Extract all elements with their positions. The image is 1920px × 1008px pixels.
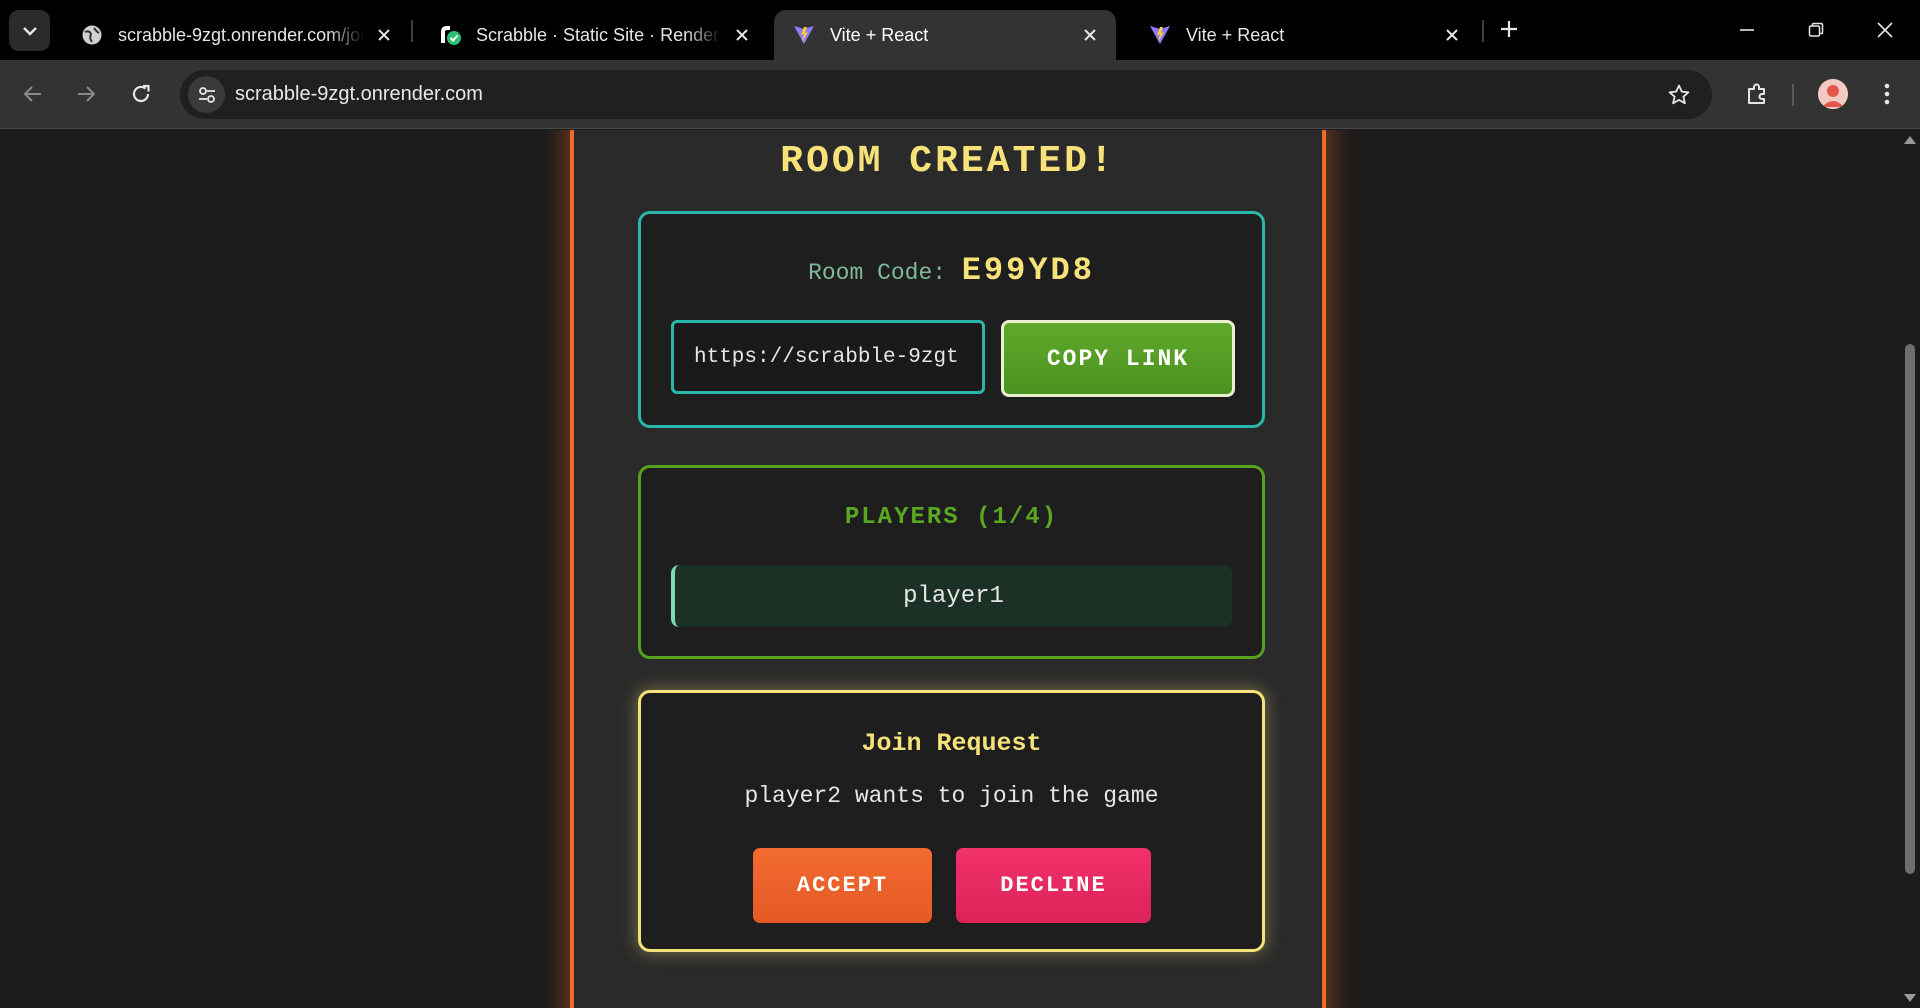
browser-toolbar: scrabble-9zgt.onrender.com	[0, 60, 1920, 129]
share-link-input[interactable]	[671, 320, 985, 394]
tab-title: scrabble-9zgt.onrender.com/join	[118, 24, 364, 45]
close-icon[interactable]	[1440, 23, 1464, 47]
arrow-left-icon	[23, 86, 41, 102]
tab-title: Vite + React	[1186, 24, 1285, 45]
close-icon[interactable]	[730, 23, 754, 47]
toolbar-separator	[1792, 84, 1794, 106]
page-title: ROOM CREATED!	[780, 140, 1116, 183]
minimize-icon	[1740, 29, 1754, 31]
plus-icon	[1501, 21, 1517, 37]
page-viewport: ROOM CREATED! Room Code: E99YD8 COPY LIN…	[0, 130, 1900, 1008]
forward-button[interactable]	[69, 77, 103, 111]
scrollbar-thumb[interactable]	[1905, 344, 1915, 874]
minimize-button[interactable]	[1724, 12, 1770, 48]
close-icon[interactable]	[1078, 23, 1102, 47]
players-title: PLAYERS (1/4)	[844, 504, 1059, 531]
profile-avatar[interactable]	[1818, 79, 1848, 109]
scroll-down-arrow-icon[interactable]	[1904, 994, 1916, 1002]
render-icon	[438, 23, 462, 47]
copy-link-button[interactable]: COPY LINK	[1001, 320, 1235, 397]
address-bar[interactable]: scrabble-9zgt.onrender.com	[180, 70, 1712, 119]
tab-vite-react[interactable]: Vite + React	[1130, 10, 1478, 60]
room-code-label: Room Code:	[808, 260, 947, 286]
more-vertical-icon	[1884, 83, 1890, 105]
extensions-button[interactable]	[1740, 77, 1774, 111]
reload-button[interactable]	[124, 77, 158, 111]
accept-button[interactable]: ACCEPT	[753, 848, 932, 923]
tab-strip: scrabble-9zgt.onrender.com/join Scrabble…	[0, 0, 1920, 60]
page-scrollbar[interactable]	[1900, 130, 1920, 1008]
vite-icon	[1148, 23, 1172, 47]
puzzle-icon	[1748, 83, 1765, 104]
back-button[interactable]	[16, 77, 50, 111]
join-request-message: player2 wants to join the game	[744, 783, 1159, 809]
join-request-card: Join Request player2 wants to join the g…	[638, 690, 1265, 952]
tab-separator	[1482, 20, 1484, 42]
chevron-down-icon	[22, 26, 37, 36]
new-tab-button[interactable]	[1494, 14, 1524, 44]
bookmark-star-icon[interactable]	[1666, 82, 1692, 108]
scroll-up-arrow-icon[interactable]	[1904, 136, 1916, 144]
tab-title: Vite + React	[830, 24, 929, 45]
room-code-line: Room Code: E99YD8	[641, 252, 1262, 289]
players-card: PLAYERS (1/4) player1	[638, 465, 1265, 659]
close-window-button[interactable]	[1862, 12, 1908, 48]
decline-button[interactable]: DECLINE	[956, 848, 1151, 923]
tab-render-dashboard[interactable]: Scrabble · Static Site · Render Dashboar…	[420, 10, 768, 60]
arrow-right-icon	[78, 86, 96, 102]
room-panel: ROOM CREATED! Room Code: E99YD8 COPY LIN…	[570, 130, 1326, 1008]
room-code-value: E99YD8	[961, 252, 1095, 289]
globe-icon	[80, 23, 104, 47]
reload-icon	[132, 84, 150, 103]
browser-menu-button[interactable]	[1872, 77, 1902, 111]
room-code-card: Room Code: E99YD8 COPY LINK	[638, 211, 1265, 428]
tab-vite-react-active[interactable]: Vite + React	[774, 10, 1116, 60]
site-info-button[interactable]	[188, 76, 225, 113]
close-icon[interactable]	[372, 23, 396, 47]
vite-icon	[792, 23, 816, 47]
tab-join[interactable]: scrabble-9zgt.onrender.com/join	[62, 10, 410, 60]
close-icon	[1877, 22, 1893, 38]
player-list-item: player1	[671, 565, 1232, 627]
join-request-title: Join Request	[861, 729, 1042, 758]
tab-search-button[interactable]	[9, 10, 50, 51]
restore-button[interactable]	[1793, 12, 1839, 48]
tune-icon	[198, 86, 215, 103]
tab-separator	[411, 20, 413, 42]
restore-icon	[1808, 22, 1824, 37]
tab-title: Scrabble · Static Site · Render Dashboar…	[476, 24, 722, 45]
url-text[interactable]: scrabble-9zgt.onrender.com	[235, 83, 483, 106]
